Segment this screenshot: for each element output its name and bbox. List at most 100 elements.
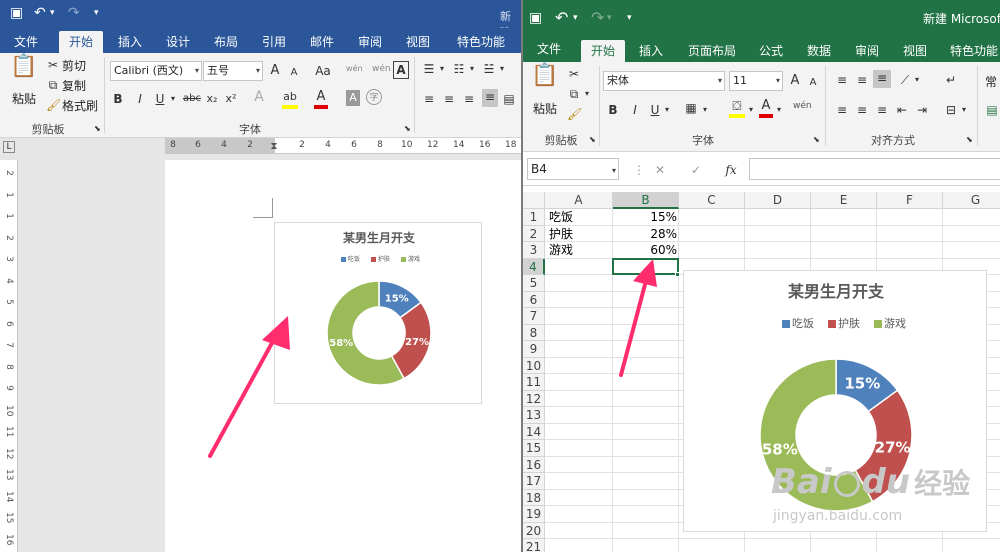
copy-button[interactable]: 复制	[62, 77, 86, 94]
clipboard-launcher-icon[interactable]: ⬊	[94, 121, 101, 137]
enter-edit-button[interactable]: ✓	[689, 162, 703, 178]
bold-button[interactable]: B	[112, 91, 124, 107]
grow-font-icon[interactable]: A	[268, 63, 282, 79]
word-tab-insert[interactable]: 插入	[110, 31, 150, 53]
font-color-dropdown-icon[interactable]: ▾	[775, 102, 783, 118]
cell-label[interactable]: 护肤	[549, 226, 573, 242]
customize-qat-icon[interactable]: ▾	[94, 4, 99, 22]
text-effects-icon[interactable]: A	[252, 89, 266, 105]
bold-button[interactable]: B	[607, 102, 619, 118]
align-left-icon[interactable]: ≡	[422, 91, 436, 107]
paste-button[interactable]: 粘贴	[533, 100, 557, 117]
underline-button[interactable]: U	[649, 102, 661, 118]
redo-icon[interactable]: ↷	[68, 4, 80, 22]
column-header[interactable]: E	[811, 192, 877, 209]
fill-handle[interactable]	[675, 272, 680, 277]
orientation-dropdown-icon[interactable]: ▾	[913, 72, 921, 88]
cell-value[interactable]: 15%	[613, 209, 677, 225]
superscript-button[interactable]: x²	[224, 91, 238, 107]
align-right-icon[interactable]: ≡	[462, 91, 476, 107]
font-size-dropdown-icon[interactable]: ▾	[776, 72, 780, 90]
font-name-dropdown-icon[interactable]: ▾	[195, 62, 199, 80]
justify-icon[interactable]: ≡	[482, 89, 498, 107]
italic-button[interactable]: I	[629, 102, 641, 118]
word-tab-design[interactable]: 设计	[158, 31, 198, 53]
select-all-corner[interactable]	[523, 192, 545, 209]
font-name-box[interactable]: Calibri (西文) ▾	[110, 61, 202, 81]
shrink-font-icon[interactable]: A	[288, 65, 300, 81]
formula-input[interactable]	[749, 158, 1000, 180]
excel-tab-home[interactable]: 开始	[581, 40, 625, 62]
phonetic-guide-icon[interactable]: wén	[793, 98, 812, 114]
word-tab-mailings[interactable]: 邮件	[302, 31, 342, 53]
underline-button[interactable]: U	[154, 91, 166, 107]
excel-tab-features[interactable]: 特色功能	[943, 40, 1000, 62]
paste-icon[interactable]: 📋	[531, 65, 559, 96]
font-name-box[interactable]: 宋体 ▾	[603, 71, 725, 91]
row-header[interactable]: 15	[523, 440, 545, 457]
excel-tab-formulas[interactable]: 公式	[751, 40, 791, 62]
grow-font-icon[interactable]: A	[788, 73, 802, 89]
row-header[interactable]: 18	[523, 489, 545, 506]
excel-tab-page-layout[interactable]: 页面布局	[681, 40, 743, 62]
shrink-font-icon[interactable]: A	[807, 75, 819, 91]
cell-label[interactable]: 游戏	[549, 242, 573, 258]
row-header[interactable]: 17	[523, 473, 545, 490]
row-header[interactable]: 9	[523, 341, 545, 358]
row-header[interactable]: 13	[523, 407, 545, 424]
row-header[interactable]: 4	[523, 258, 545, 275]
character-shading-icon[interactable]: A	[346, 90, 360, 106]
font-color-icon[interactable]: A	[759, 98, 773, 118]
fill-color-icon[interactable]: ⛋	[729, 98, 745, 118]
font-size-box[interactable]: 五号 ▾	[203, 61, 263, 81]
word-tab-references[interactable]: 引用	[254, 31, 294, 53]
font-launcher-icon[interactable]: ⬊	[813, 132, 820, 148]
cell-value[interactable]: 60%	[613, 242, 677, 258]
row-header[interactable]: 5	[523, 275, 545, 292]
vertical-ruler[interactable]: 2 1 1 2 3 4 5 6 7 8 9 10 11 12 13 14 15 16	[0, 160, 18, 552]
alignment-launcher-icon[interactable]: ⬊	[966, 132, 973, 148]
paste-icon[interactable]: 📋	[10, 56, 37, 87]
column-header[interactable]: B	[613, 192, 679, 209]
multilevel-dropdown-icon[interactable]: ▾	[498, 61, 506, 77]
row-header[interactable]: 14	[523, 423, 545, 440]
excel-tab-data[interactable]: 数据	[799, 40, 839, 62]
borders-dropdown-icon[interactable]: ▾	[701, 102, 709, 118]
font-size-box[interactable]: 11 ▾	[729, 71, 783, 91]
word-tab-view[interactable]: 视图	[398, 31, 438, 53]
clipboard-launcher-icon[interactable]: ⬊	[589, 132, 596, 148]
paste-button[interactable]: 粘贴	[12, 90, 36, 107]
subscript-button[interactable]: x₂	[205, 91, 219, 107]
change-case-icon[interactable]: Aa	[312, 63, 334, 79]
wrap-text-icon[interactable]: ↵	[943, 72, 959, 88]
align-center-icon[interactable]: ≡	[442, 91, 456, 107]
excel-tab-insert[interactable]: 插入	[631, 40, 671, 62]
undo-icon[interactable]: ↶	[34, 4, 46, 22]
strikethrough-button[interactable]: abc	[182, 91, 202, 107]
horizontal-ruler[interactable]: ⧗ 8 6 4 2 2 4 6 8 10 12 14 16 18	[165, 138, 521, 154]
numbering-dropdown-icon[interactable]: ▾	[468, 61, 476, 77]
excel-tab-review[interactable]: 审阅	[847, 40, 887, 62]
undo-dropdown-icon[interactable]: ▾	[50, 4, 55, 22]
row-header[interactable]: 11	[523, 374, 545, 391]
redo-icon[interactable]: ↷	[591, 9, 604, 27]
copy-icon[interactable]: ⧉	[567, 86, 581, 102]
column-header[interactable]: A	[545, 192, 613, 209]
save-icon[interactable]: ▣	[529, 9, 542, 27]
row-header[interactable]: 7	[523, 308, 545, 325]
align-right-icon[interactable]: ≡	[875, 102, 889, 118]
cut-button[interactable]: 剪切	[62, 57, 86, 74]
row-header[interactable]: 1	[523, 209, 545, 226]
bottom-align-icon[interactable]: ≡	[873, 70, 891, 88]
word-tab-layout[interactable]: 布局	[206, 31, 246, 53]
character-border-icon[interactable]: A	[393, 61, 409, 79]
excel-tab-file[interactable]: 文件	[529, 38, 569, 60]
formula-bar-handle-icon[interactable]: ⋮	[633, 162, 645, 178]
cell-label[interactable]: 吃饭	[549, 209, 573, 225]
increase-indent-icon[interactable]: ⇥	[915, 102, 929, 118]
highlight-color-icon[interactable]: ab	[282, 89, 298, 109]
name-box[interactable]: B4 ▾	[527, 158, 619, 180]
row-header[interactable]: 2	[523, 225, 545, 242]
active-cell-selection[interactable]	[612, 257, 679, 275]
italic-button[interactable]: I	[134, 91, 146, 107]
